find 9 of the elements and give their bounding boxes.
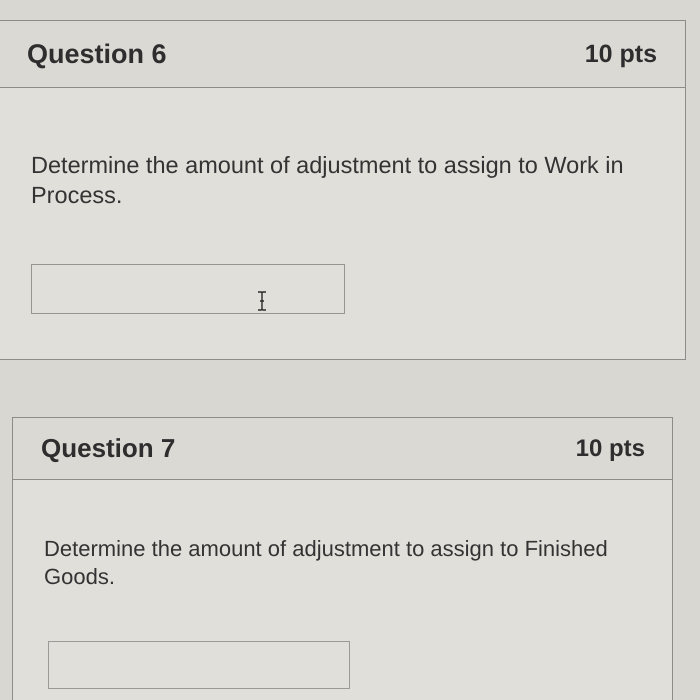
question-title: Question 6 — [27, 38, 167, 70]
answer-field[interactable] — [48, 641, 350, 689]
question-text: Determine the amount of adjustment to assign to Finished Goods. — [44, 535, 609, 591]
question-text: Determine the amount of adjustment to assign to Work in Process. — [31, 151, 625, 210]
question-title: Question 7 — [41, 433, 176, 464]
points-label: 10 pts — [584, 40, 657, 68]
points-label: 10 pts — [576, 434, 645, 462]
text-cursor-icon — [257, 291, 267, 311]
answer-field[interactable] — [31, 264, 345, 314]
